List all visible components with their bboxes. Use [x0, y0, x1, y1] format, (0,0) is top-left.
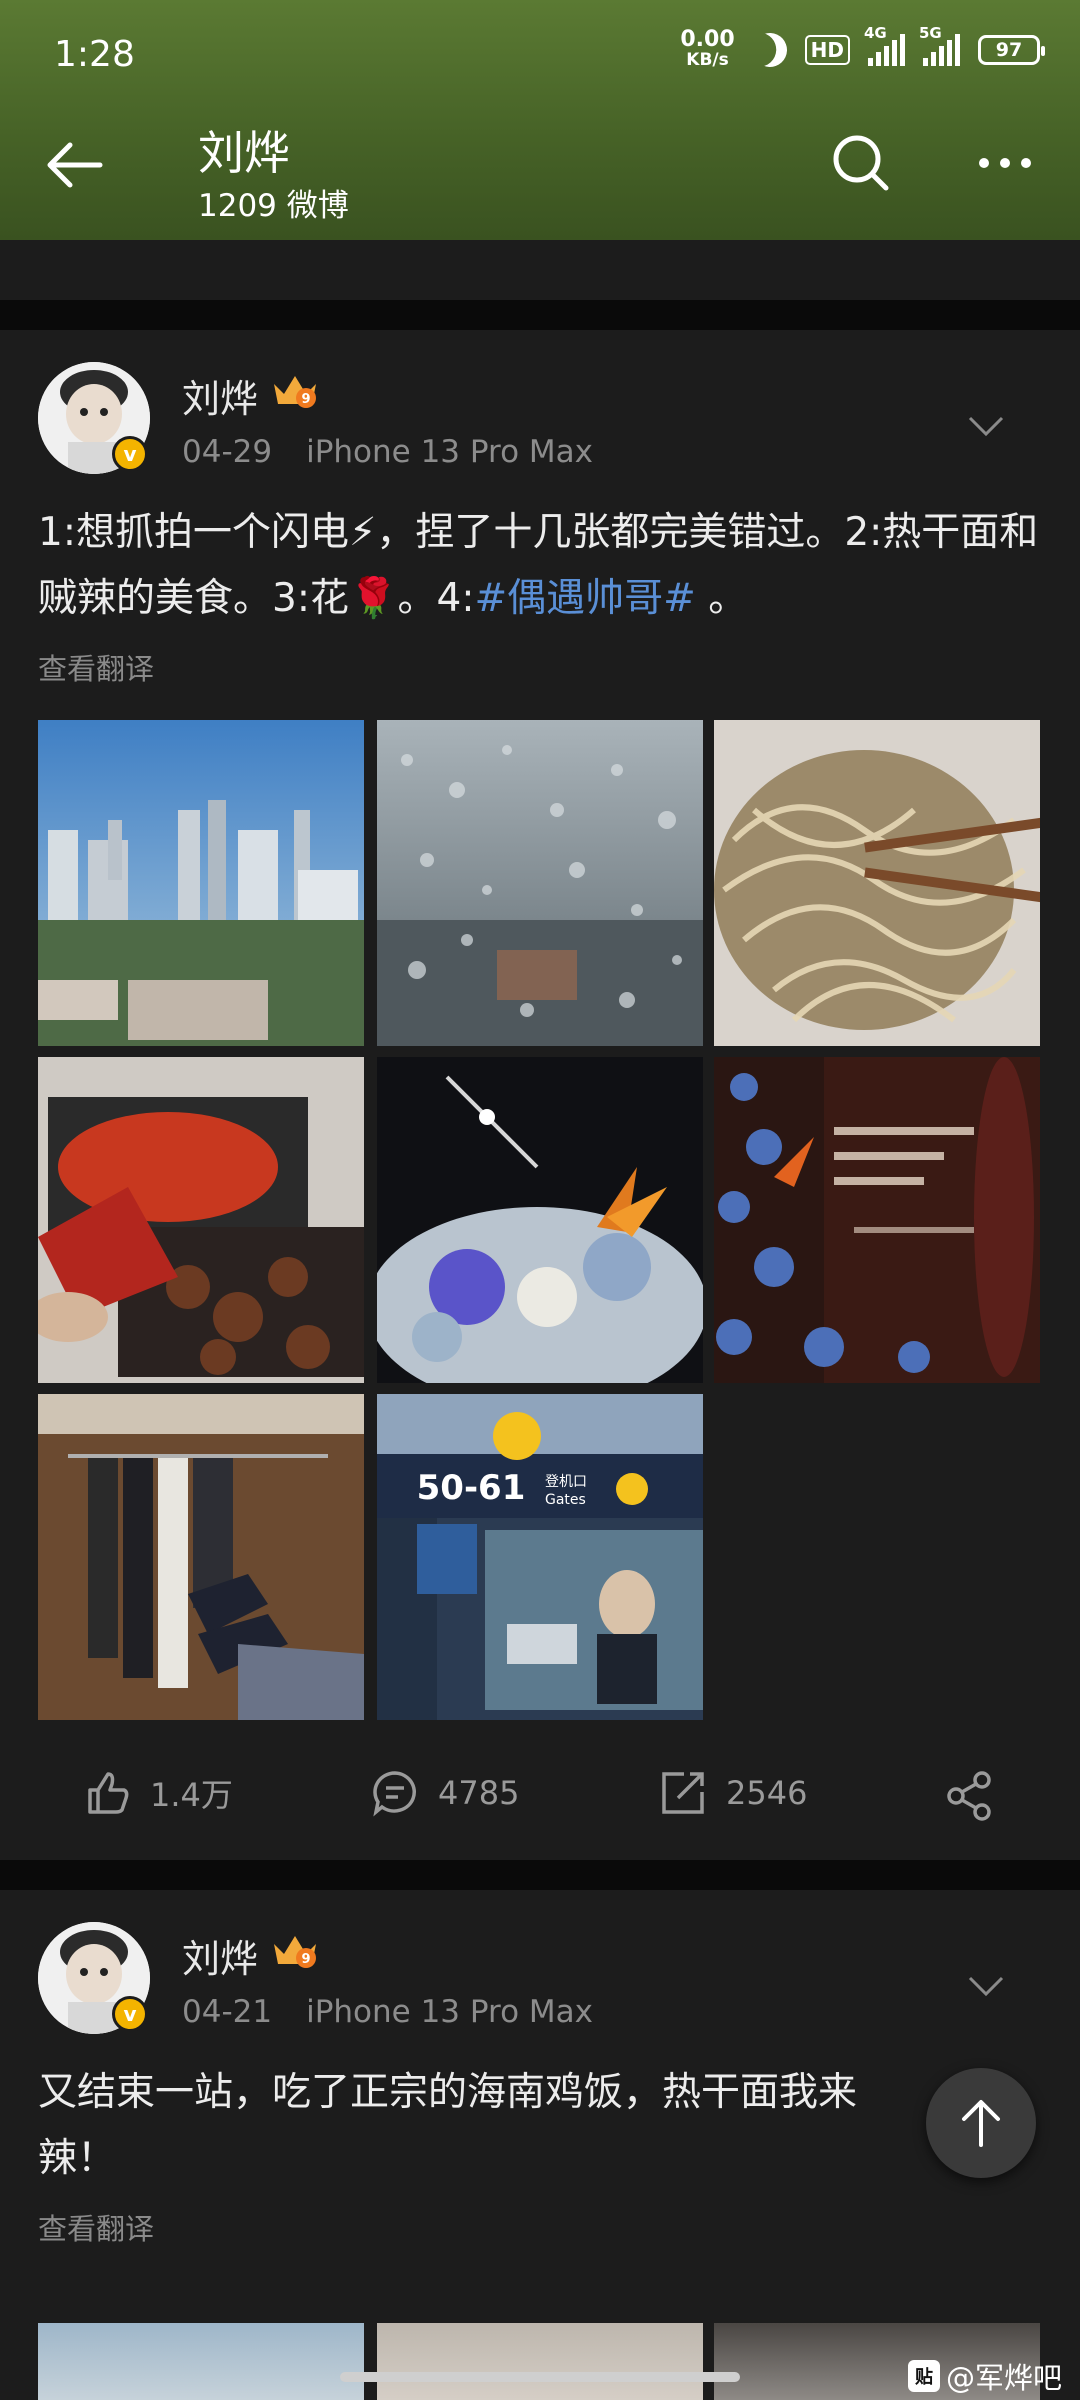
post-date: 04-21: [182, 1994, 273, 2030]
separator: [0, 1860, 1080, 1890]
post-count: 1209 微博: [198, 188, 349, 224]
repost-icon: [662, 1772, 704, 1814]
post-date: 04-29: [182, 434, 273, 470]
verified-badge: v: [112, 436, 148, 472]
translate-link[interactable]: 查看翻译: [38, 646, 154, 688]
previous-post-tail: [0, 240, 1080, 300]
signal-4g-icon: 4G: [864, 24, 905, 66]
arrow-up-icon: [962, 2100, 1000, 2147]
more-icon[interactable]: [970, 128, 1040, 198]
search-icon[interactable]: [826, 128, 896, 198]
battery-icon: 97: [978, 35, 1045, 65]
home-indicator[interactable]: [340, 2372, 740, 2382]
poster-flowers-photo[interactable]: [714, 1057, 1040, 1383]
vip-crown-icon: 9: [274, 376, 316, 408]
header: 1:28 0.00 KB/s HD 4G 5G 97 刘烨 1209 微博: [0, 0, 1080, 240]
tieba-logo-icon: 贴: [908, 2360, 940, 2392]
svg-text:9: 9: [301, 1952, 310, 1967]
status-time: 1:28: [54, 34, 135, 75]
status-icons: 0.00 KB/s HD 4G 5G 97: [680, 24, 1045, 72]
separator: [0, 300, 1080, 330]
watermark: 贴 @军烨吧: [908, 2355, 1062, 2397]
translate-link[interactable]: 查看翻译: [38, 2206, 154, 2248]
comment-button[interactable]: 4785: [370, 1768, 519, 1818]
comment-count: 4785: [438, 1774, 520, 1812]
post-photo[interactable]: [38, 2323, 364, 2400]
verified-badge: v: [112, 1996, 148, 2032]
do-not-disturb-icon: [748, 28, 792, 72]
comment-icon: [373, 1771, 416, 1817]
post-meta: 04-21 iPhone 13 Pro Max: [182, 1994, 627, 2030]
share-icon[interactable]: [944, 1770, 996, 1822]
city-skyline-photo[interactable]: [38, 720, 364, 1046]
post-photo[interactable]: [377, 2323, 703, 2400]
author-name[interactable]: 刘烨: [182, 1928, 258, 1983]
repost-button[interactable]: 2546: [658, 1768, 807, 1818]
post-meta: 04-29 iPhone 13 Pro Max: [182, 434, 627, 470]
post-actions: 1.4万 4785 2546: [0, 1750, 1080, 1840]
post-text: 1:想抓拍一个闪电⚡，捏了十几张都完美错过。2:热干面和贼辣的美食。3:花🌹。4…: [38, 510, 1039, 621]
like-count: 1.4万: [150, 1776, 233, 1814]
scroll-to-top-button[interactable]: [926, 2068, 1036, 2178]
back-arrow-icon[interactable]: [40, 130, 110, 200]
post-card[interactable]: v 刘烨 9 04-29 iPhone 13 Pro Max 1:想抓拍一个闪电⚡…: [0, 330, 1080, 1860]
vip-crown-icon: 9: [274, 1936, 316, 1968]
like-button[interactable]: 1.4万: [82, 1768, 233, 1818]
clothes-rack-shoes-photo[interactable]: [38, 1394, 364, 1720]
network-speed: 0.00 KB/s: [680, 27, 735, 71]
chevron-down-icon[interactable]: [966, 1974, 1006, 1998]
thumbs-up-icon: [88, 1772, 129, 1814]
svg-text:9: 9: [301, 392, 310, 407]
signal-5g-icon: 5G: [919, 24, 960, 66]
svg-text:Gates: Gates: [545, 1492, 586, 1508]
hd-icon: HD: [804, 35, 850, 65]
post-device: iPhone 13 Pro Max: [306, 1994, 594, 2030]
post-card[interactable]: v 刘烨 9 04-21 iPhone 13 Pro Max 又结束一站，吃了正宗…: [0, 1890, 1080, 2400]
flower-bouquet-night-photo[interactable]: [377, 1057, 703, 1383]
repost-count: 2546: [726, 1774, 808, 1812]
hot-dry-noodles-photo[interactable]: [714, 720, 1040, 1046]
svg-text:登机口: 登机口: [545, 1474, 587, 1490]
topic-link[interactable]: #偶遇帅哥#: [474, 576, 695, 621]
post-text: 又结束一站，吃了正宗的海南鸡饭，热干面我来 辣！: [38, 2070, 858, 2181]
status-bar: 1:28 0.00 KB/s HD 4G 5G 97: [0, 0, 1080, 110]
airport-gate-ad-photo[interactable]: 50-61 登机口 Gates: [377, 1394, 703, 1720]
page-title: 刘烨: [198, 126, 290, 180]
crayfish-food-photo[interactable]: [38, 1057, 364, 1383]
raindrops-window-photo[interactable]: [377, 720, 703, 1046]
svg-text:50-61: 50-61: [417, 1468, 526, 1508]
author-name[interactable]: 刘烨: [182, 368, 258, 423]
chevron-down-icon[interactable]: [966, 414, 1006, 438]
post-device: iPhone 13 Pro Max: [306, 434, 594, 470]
